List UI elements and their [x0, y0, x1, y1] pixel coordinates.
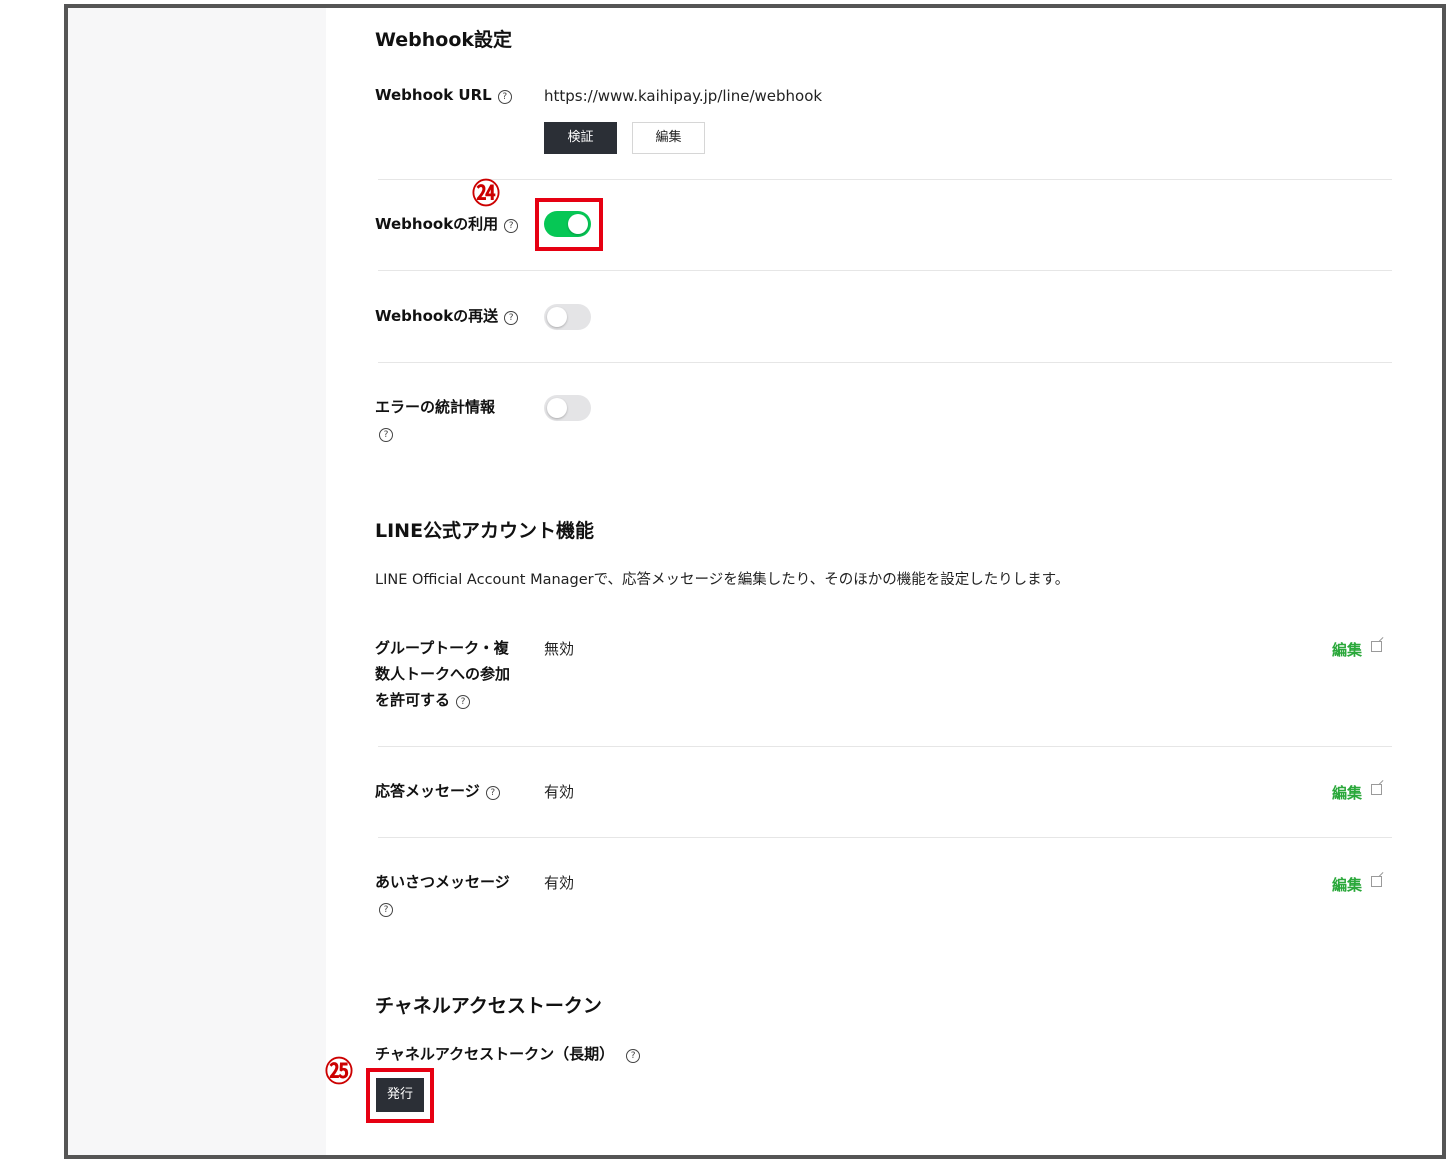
divider	[378, 746, 1392, 747]
divider	[378, 270, 1392, 271]
edit-link-text[interactable]: 編集	[1332, 876, 1362, 894]
webhook-url-label-text: Webhook URL	[375, 86, 492, 104]
edit-link-text[interactable]: 編集	[1332, 784, 1362, 802]
auto-reply-label-text: 応答メッセージ	[375, 782, 480, 800]
highlight-box-25	[366, 1068, 434, 1123]
webhook-resend-label: Webhookの再送?	[375, 303, 519, 329]
highlight-box-24	[535, 198, 603, 251]
help-icon[interactable]: ?	[504, 219, 519, 233]
callout-25: ㉕	[324, 1055, 353, 1088]
settings-frame: Webhook設定 Webhook URL? https://www.kaihi…	[64, 4, 1446, 1159]
help-icon[interactable]: ?	[497, 90, 512, 104]
sidebar	[68, 8, 326, 1155]
help-icon[interactable]: ?	[626, 1049, 641, 1063]
help-icon[interactable]: ?	[379, 428, 393, 442]
greeting-message-label: あいさつメッセージ ?	[375, 869, 510, 921]
label-line: を許可する	[375, 691, 451, 709]
divider	[378, 837, 1392, 838]
edit-webhook-url-button[interactable]: 編集	[632, 122, 705, 154]
error-stats-label: エラーの統計情報 ?	[375, 394, 495, 446]
greeting-message-edit-link[interactable]: 編集	[1332, 874, 1383, 895]
webhook-settings-title: Webhook設定	[375, 29, 513, 51]
webhook-url-value: https://www.kaihipay.jp/line/webhook	[544, 87, 823, 105]
error-stats-toggle[interactable]	[544, 395, 591, 421]
webhook-url-label: Webhook URL?	[375, 82, 512, 108]
toggle-knob	[547, 398, 567, 418]
help-icon[interactable]: ?	[379, 903, 393, 917]
divider	[378, 362, 1392, 363]
webhook-use-label: Webhookの利用?	[375, 211, 519, 237]
webhook-resend-toggle[interactable]	[544, 304, 591, 330]
help-icon[interactable]: ?	[456, 695, 471, 709]
toggle-knob	[547, 307, 567, 327]
group-talk-label: グループトーク・複 数人トークへの参加 を許可する?	[375, 635, 510, 713]
external-link-icon	[1371, 876, 1383, 887]
verify-button[interactable]: 検証	[544, 122, 617, 154]
group-talk-value: 無効	[544, 640, 575, 658]
help-icon[interactable]: ?	[485, 786, 500, 800]
auto-reply-label: 応答メッセージ?	[375, 778, 500, 804]
webhook-use-label-text: Webhookの利用	[375, 215, 499, 233]
help-icon[interactable]: ?	[504, 311, 519, 325]
long-term-token-label: チャネルアクセストークン（長期）?	[375, 1041, 641, 1067]
external-link-icon	[1371, 641, 1383, 652]
greeting-message-label-text: あいさつメッセージ	[375, 873, 510, 891]
greeting-message-value: 有効	[544, 874, 575, 892]
group-talk-edit-link[interactable]: 編集	[1332, 639, 1383, 660]
edit-link-text[interactable]: 編集	[1332, 641, 1362, 659]
divider	[378, 179, 1392, 180]
channel-token-title: チャネルアクセストークン	[375, 995, 602, 1017]
callout-24: ㉔	[471, 177, 500, 210]
webhook-resend-label-text: Webhookの再送	[375, 307, 499, 325]
external-link-icon	[1371, 784, 1383, 795]
auto-reply-value: 有効	[544, 783, 575, 801]
label-line: グループトーク・複	[375, 639, 509, 657]
account-features-title: LINE公式アカウント機能	[375, 520, 595, 542]
long-term-token-label-text: チャネルアクセストークン（長期）	[375, 1045, 615, 1063]
label-line: 数人トークへの参加	[375, 665, 511, 683]
auto-reply-edit-link[interactable]: 編集	[1332, 782, 1383, 803]
error-stats-label-text: エラーの統計情報	[375, 398, 496, 416]
account-features-description: LINE Official Account Managerで、応答メッセージを編…	[375, 572, 1070, 588]
